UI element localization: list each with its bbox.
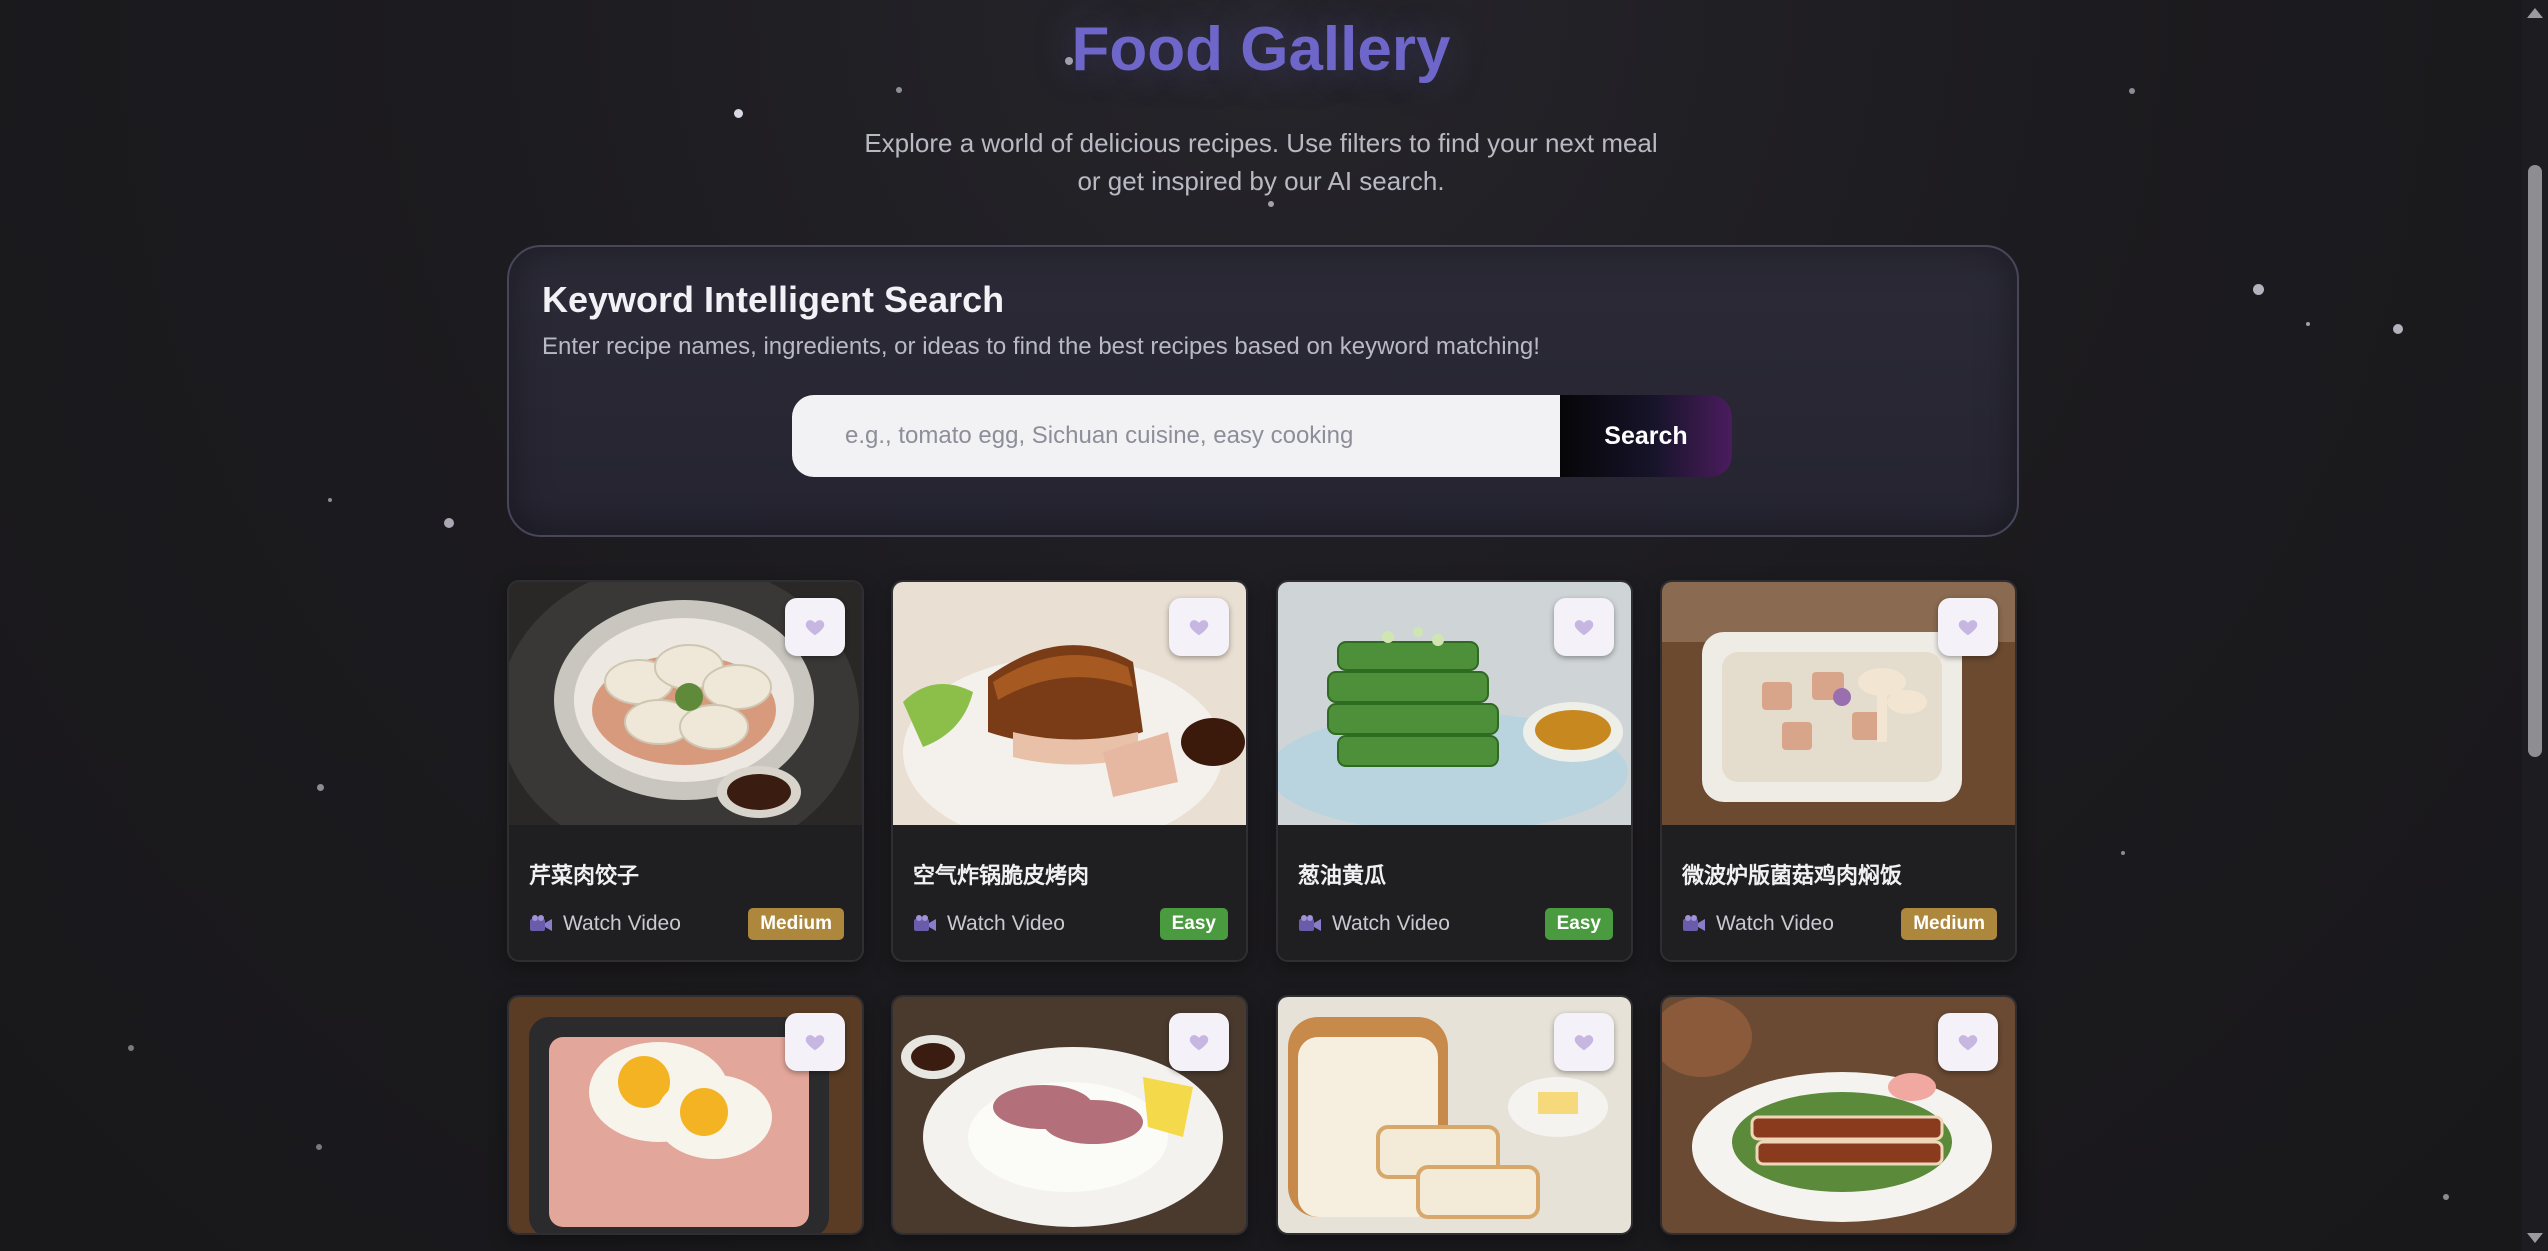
search-heading: Keyword Intelligent Search	[542, 279, 1005, 320]
recipe-image[interactable]	[893, 582, 1246, 825]
favorite-button[interactable]	[785, 598, 845, 656]
difficulty-badge: Easy	[1544, 908, 1613, 940]
star-decoration	[328, 498, 332, 502]
star-decoration	[1268, 201, 1274, 207]
favorite-button[interactable]	[1554, 598, 1614, 656]
star-decoration	[444, 518, 454, 528]
star-decoration	[2443, 1194, 2449, 1200]
watch-video-link[interactable]: Watch Video	[1682, 912, 1834, 936]
recipe-card[interactable]: 微波炉版菌菇鸡肉焖饭 Watch Video Medium	[1660, 580, 2017, 962]
heart-icon	[1189, 1035, 1209, 1051]
video-camera-icon	[914, 915, 936, 931]
difficulty-badge: Easy	[1159, 908, 1228, 940]
page-scrollbar[interactable]	[2522, 0, 2548, 1251]
page-title: Food Gallery	[1071, 15, 1451, 84]
star-decoration	[317, 784, 324, 791]
favorite-button[interactable]	[1169, 598, 1229, 656]
recipe-image[interactable]	[509, 997, 862, 1233]
recipe-image[interactable]	[509, 582, 862, 825]
watch-video-link[interactable]: Watch Video	[913, 912, 1065, 936]
subtitle-line-2: or get inspired by our AI search.	[1077, 166, 1445, 196]
favorite-button[interactable]	[1938, 1013, 1998, 1071]
recipe-image[interactable]	[1662, 582, 2015, 825]
difficulty-badge: Medium	[1901, 908, 1997, 940]
recipe-title[interactable]: 空气炸锅脆皮烤肉	[913, 858, 1089, 890]
watch-video-label: Watch Video	[1716, 912, 1834, 935]
heart-icon	[1574, 620, 1594, 636]
recipe-title[interactable]: 芹菜肉饺子	[529, 858, 639, 890]
favorite-button[interactable]	[1554, 1013, 1614, 1071]
recipe-image[interactable]	[1278, 582, 1631, 825]
recipe-image[interactable]	[1278, 997, 1631, 1233]
search-panel: Keyword Intelligent Search Enter recipe …	[507, 245, 2019, 537]
heart-icon	[805, 1035, 825, 1051]
video-camera-icon	[1683, 915, 1705, 931]
watch-video-label: Watch Video	[563, 912, 681, 935]
recipe-card[interactable]	[1660, 995, 2017, 1235]
favorite-button[interactable]	[1938, 598, 1998, 656]
recipe-card[interactable]: 空气炸锅脆皮烤肉 Watch Video Easy	[891, 580, 1248, 962]
heart-icon	[1958, 620, 1978, 636]
star-decoration	[2393, 324, 2403, 334]
search-button[interactable]: Search	[1560, 395, 1732, 477]
search-form: Search	[792, 395, 1732, 477]
recipe-card[interactable]	[1276, 995, 1633, 1235]
heart-icon	[1958, 1035, 1978, 1051]
heart-icon	[1574, 1035, 1594, 1051]
scroll-down-arrow[interactable]	[2527, 1233, 2543, 1243]
star-decoration	[896, 87, 902, 93]
watch-video-link[interactable]: Watch Video	[529, 912, 681, 936]
star-decoration	[2121, 851, 2125, 855]
watch-video-label: Watch Video	[947, 912, 1065, 935]
recipe-title[interactable]: 葱油黄瓜	[1298, 858, 1386, 890]
star-decoration	[2129, 88, 2135, 94]
star-decoration	[316, 1144, 322, 1150]
scrollbar-thumb[interactable]	[2528, 165, 2542, 757]
favorite-button[interactable]	[785, 1013, 845, 1071]
recipe-image[interactable]	[1662, 997, 2015, 1233]
star-decoration	[2306, 322, 2310, 326]
video-camera-icon	[1299, 915, 1321, 931]
search-input[interactable]	[792, 395, 1566, 477]
difficulty-badge: Medium	[748, 908, 844, 940]
star-decoration	[2253, 284, 2264, 295]
recipe-card[interactable]	[507, 995, 864, 1235]
recipe-card[interactable]	[891, 995, 1248, 1235]
recipe-title[interactable]: 微波炉版菌菇鸡肉焖饭	[1682, 858, 1902, 890]
heart-icon	[1189, 620, 1209, 636]
watch-video-label: Watch Video	[1332, 912, 1450, 935]
video-camera-icon	[530, 915, 552, 931]
heart-icon	[805, 620, 825, 636]
search-description: Enter recipe names, ingredients, or idea…	[542, 333, 1540, 360]
recipe-image[interactable]	[893, 997, 1246, 1233]
favorite-button[interactable]	[1169, 1013, 1229, 1071]
recipe-card[interactable]: 芹菜肉饺子 Watch Video Medium	[507, 580, 864, 962]
watch-video-link[interactable]: Watch Video	[1298, 912, 1450, 936]
subtitle-line-1: Explore a world of delicious recipes. Us…	[864, 128, 1658, 158]
star-decoration	[128, 1045, 134, 1051]
page-subtitle: Explore a world of delicious recipes. Us…	[861, 124, 1661, 200]
star-decoration	[734, 109, 743, 118]
scroll-up-arrow[interactable]	[2527, 8, 2543, 18]
recipe-card[interactable]: 葱油黄瓜 Watch Video Easy	[1276, 580, 1633, 962]
